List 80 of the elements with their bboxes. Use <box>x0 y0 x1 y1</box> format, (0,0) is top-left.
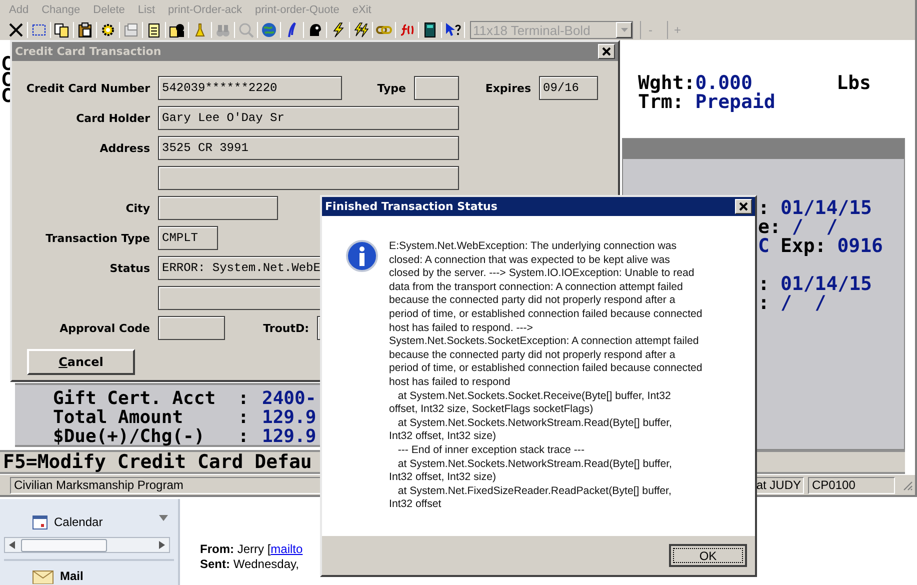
terminal-value: C <box>758 237 770 256</box>
caret-icon[interactable] <box>159 515 168 521</box>
terminal-value: 0.000 <box>695 74 752 93</box>
input-field[interactable] <box>158 166 459 190</box>
clipboard-icon[interactable] <box>77 22 93 38</box>
terminal-label: Lbs <box>836 74 871 93</box>
field-label: Credit Card Number <box>25 82 151 94</box>
input-field[interactable]: 09/16 <box>539 76 598 100</box>
person-icon[interactable] <box>169 22 185 38</box>
input-field[interactable]: Gary Lee O'Day Sr <box>158 106 459 130</box>
input-field[interactable] <box>158 316 225 340</box>
window-icon[interactable] <box>123 22 139 38</box>
terminal-label: Total Amount <box>53 408 184 427</box>
close-icon[interactable] <box>8 22 24 38</box>
notepad-icon[interactable] <box>146 22 162 38</box>
terminal-label: : <box>758 199 770 218</box>
resize-grip-icon[interactable] <box>901 479 913 491</box>
function-icon[interactable] <box>399 22 415 38</box>
field-label: City <box>124 202 151 214</box>
email-sent-line: Sent: Wednesday, <box>200 557 300 572</box>
terminal-label: : <box>238 427 250 446</box>
field-label: Address <box>98 142 151 154</box>
terminal-label: Trm: <box>638 93 684 112</box>
field-label: Status <box>108 262 151 274</box>
caret-icon <box>620 28 628 32</box>
field-label: Type <box>376 82 407 94</box>
cancel-button[interactable]: Cancel <box>27 349 135 375</box>
terminal-value: 129.9 <box>262 408 318 427</box>
input-field[interactable] <box>158 196 278 220</box>
copy-icon[interactable] <box>54 22 70 38</box>
field-label: Approval Code <box>58 322 151 334</box>
terminal-value: 2400- <box>262 389 318 408</box>
horizontal-scrollbar[interactable] <box>4 537 170 553</box>
status-field: CP0100 <box>808 476 895 494</box>
terminal-label: : <box>238 408 250 427</box>
terminal-value: 129.9 <box>262 427 318 446</box>
head-icon[interactable] <box>307 22 323 38</box>
terminal-value: / / <box>780 294 826 313</box>
terminal-value: 0916 <box>837 237 883 256</box>
calculator-icon[interactable] <box>422 22 438 38</box>
arrow-right-icon[interactable] <box>159 541 165 549</box>
envelope-icon <box>32 568 54 584</box>
lightning-pair-icon[interactable] <box>353 22 369 38</box>
ok-button[interactable]: OK <box>669 544 747 567</box>
field-label: Card Holder <box>75 112 151 124</box>
terminal-label: : <box>758 275 770 294</box>
terminal-value: Prepaid <box>695 93 776 112</box>
gear-icon[interactable] <box>100 22 116 38</box>
input-field[interactable]: CMPLT <box>158 226 218 250</box>
calendar-icon <box>32 514 48 530</box>
nav-item[interactable]: Calendar <box>54 515 103 529</box>
close-button[interactable] <box>598 44 615 59</box>
globe-icon[interactable] <box>261 22 277 38</box>
input-field[interactable] <box>414 76 459 100</box>
close-button[interactable] <box>735 199 752 214</box>
terminal-label: Exp: <box>780 237 826 256</box>
terminal-value: 01/14/15 <box>780 275 872 294</box>
pointer-help-icon[interactable] <box>445 22 461 38</box>
nav-item[interactable]: Mail <box>60 569 84 583</box>
terminal-value: 01/14/15 <box>780 199 872 218</box>
terminal-label: : <box>238 389 250 408</box>
terminal-label: $Due(+)/Chg(-) <box>53 427 206 446</box>
field-label: TroutD: <box>262 322 310 334</box>
email-link[interactable]: mailto <box>270 542 303 556</box>
field-label: Transaction Type <box>44 232 151 244</box>
close-icon <box>602 47 611 56</box>
terminal-value: / / <box>792 218 838 237</box>
input-field[interactable]: 3525 CR 3991 <box>158 136 459 160</box>
terminal-label: e: <box>758 218 781 237</box>
selection-icon[interactable] <box>31 22 47 38</box>
terminal-label: Wght: <box>638 74 696 93</box>
close-icon <box>739 202 748 211</box>
input-field[interactable]: 542039******2220 <box>158 76 342 100</box>
arrow-left-icon[interactable] <box>9 541 15 549</box>
field-label: Expires <box>484 82 532 94</box>
dialog-title: Finished Transaction Status <box>325 200 498 213</box>
terminal-label: Gift Cert. Acct <box>53 389 217 408</box>
info-icon <box>346 240 378 272</box>
dialog-title: Credit Card Transaction <box>15 45 162 58</box>
terminal-label: : <box>758 294 770 313</box>
